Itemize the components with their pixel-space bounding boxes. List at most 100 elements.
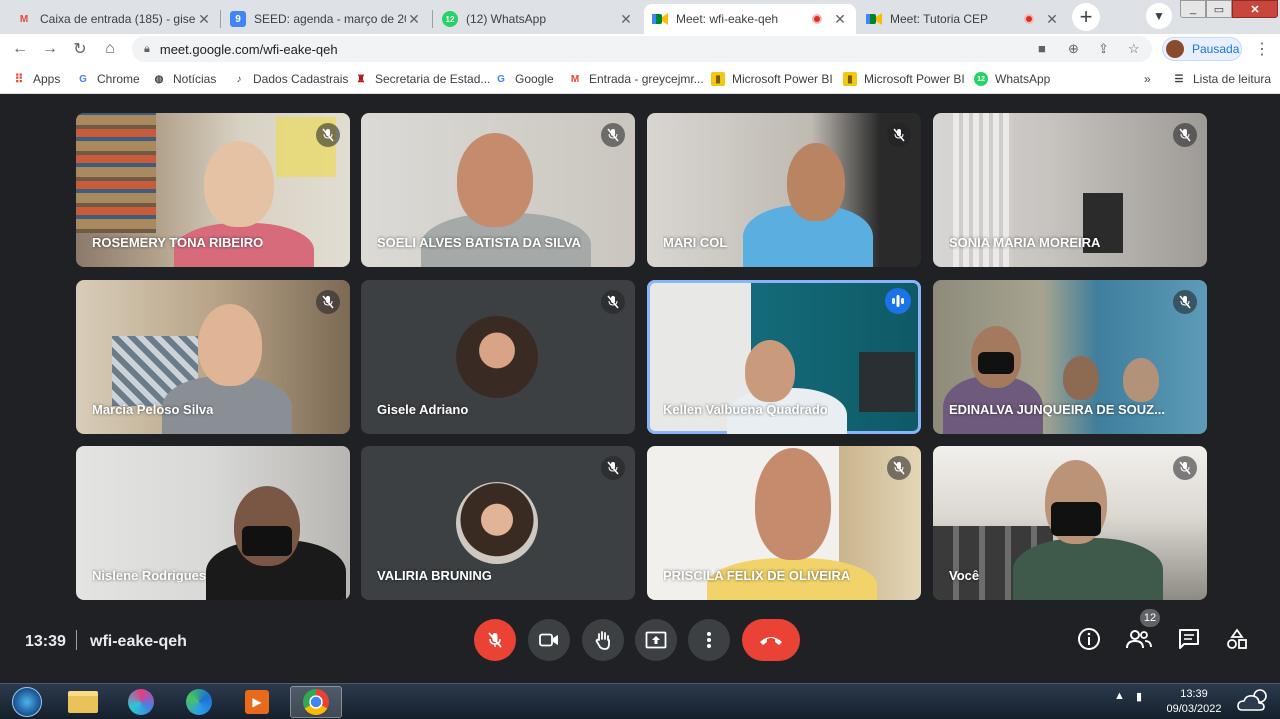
mic-off-icon — [887, 456, 911, 480]
participant-tile[interactable]: SONIA MARIA MOREIRA — [933, 113, 1207, 267]
reading-list-button[interactable]: ☰ Lista de leitura — [1172, 71, 1272, 87]
activities-button[interactable] — [1222, 624, 1252, 654]
profile-button[interactable]: Pausada — [1162, 37, 1242, 61]
bookmark-powerbi-1[interactable]: ▮ Microsoft Power BI — [711, 71, 833, 87]
tray-chevron-icon[interactable]: ▲ — [1114, 690, 1125, 702]
back-arrow-icon[interactable]: ← — [8, 37, 32, 61]
powerbi-icon: ▮ — [843, 72, 857, 86]
participant-tile[interactable]: SOELI ALVES BATISTA DA SILVA — [361, 113, 635, 267]
bookmark-label: Microsoft Power BI — [864, 72, 965, 86]
file-explorer-taskbar[interactable] — [58, 686, 108, 718]
bookmark-label: Entrada - greycejmr... — [589, 72, 704, 86]
meeting-details-button[interactable] — [1074, 624, 1104, 654]
bookmark-star-icon[interactable]: ☆ — [1128, 41, 1140, 57]
more-options-button[interactable] — [688, 619, 730, 661]
media-icon: ▶ — [245, 690, 269, 714]
share-icon[interactable]: ⇪ — [1098, 41, 1109, 57]
address-bar[interactable]: 🔒︎ meet.google.com/wfi-eake-qeh ■ ⊕ ⇪ ☆ — [132, 36, 1152, 62]
close-icon[interactable]: ✕ — [1044, 11, 1060, 28]
bookmark-google[interactable]: G Google — [494, 71, 554, 87]
camera-icon[interactable]: ■ — [1038, 41, 1046, 56]
participant-tile-active-speaker[interactable]: Kellen Valbuena Quadrado — [647, 280, 921, 434]
tab-strip: M Caixa de entrada (185) - gisele ✕ 9 SE… — [0, 0, 1280, 34]
system-clock[interactable]: 13:39 09/03/2022 — [1166, 687, 1222, 717]
mic-toggle-button[interactable] — [474, 619, 516, 661]
tab-meet-tutoria[interactable]: Meet: Tutoria CEP ✕ — [858, 4, 1068, 34]
system-date: 09/03/2022 — [1166, 703, 1222, 715]
bookmark-apps[interactable]: ⠿ Apps — [12, 71, 61, 87]
gmail-icon: M — [19, 13, 29, 25]
participant-tile[interactable]: VALIRIA BRUNING — [361, 446, 635, 600]
forward-arrow-icon[interactable]: → — [38, 37, 62, 61]
tray-device-icon[interactable]: ▮ — [1136, 690, 1142, 703]
present-screen-button[interactable] — [635, 619, 677, 661]
tab-gmail[interactable]: M Caixa de entrada (185) - gisele ✕ — [8, 4, 220, 34]
mic-off-icon — [601, 123, 625, 147]
participant-tile[interactable]: ROSEMERY TONA RIBEIRO — [76, 113, 350, 267]
toolbar: ← → ↻ ⌂ 🔒︎ meet.google.com/wfi-eake-qeh … — [0, 34, 1280, 64]
close-icon[interactable]: ✕ — [618, 11, 634, 28]
mic-off-icon — [488, 632, 502, 648]
raise-hand-button[interactable] — [582, 619, 624, 661]
close-icon[interactable]: ✕ — [196, 11, 212, 28]
bookmark-label: Google — [515, 72, 554, 86]
bookmark-secretaria[interactable]: ♜ Secretaria de Estad... — [354, 71, 491, 87]
reading-list-icon: ☰ — [1174, 73, 1184, 85]
bookmark-whatsapp[interactable]: 12 WhatsApp — [974, 71, 1050, 87]
window-close-button[interactable]: ✕ — [1232, 0, 1278, 18]
participant-tile[interactable]: Nislene Rodrigues — [76, 446, 350, 600]
zoom-icon[interactable]: ⊕ — [1068, 41, 1079, 57]
start-button[interactable] — [2, 686, 52, 718]
hand-icon — [595, 631, 610, 650]
mic-off-icon — [887, 123, 911, 147]
chrome-taskbar[interactable] — [290, 686, 342, 718]
participant-tile[interactable]: Marcia Peloso Silva — [76, 280, 350, 434]
weather-icon[interactable] — [1236, 686, 1272, 719]
app-taskbar[interactable] — [116, 686, 166, 718]
participant-tile[interactable]: Você — [933, 446, 1207, 600]
minimize-button[interactable]: _ — [1180, 0, 1206, 18]
tab-title: (12) WhatsApp — [466, 12, 547, 26]
bookmark-dados[interactable]: ♪ Dados Cadastrais — [232, 71, 349, 87]
participant-tile[interactable]: EDINALVA JUNQUEIRA DE SOUZ... — [933, 280, 1207, 434]
bookmark-chrome[interactable]: G Chrome — [76, 71, 140, 87]
bookmark-powerbi-2[interactable]: ▮ Microsoft Power BI — [843, 71, 965, 87]
participant-name: Marcia Peloso Silva — [92, 402, 214, 417]
tab-search-chevron-icon[interactable]: ▼ — [1146, 3, 1172, 29]
close-icon[interactable]: ✕ — [832, 11, 848, 28]
reload-icon[interactable]: ↻ — [68, 37, 92, 61]
tab-meet-active[interactable]: Meet: wfi-eake-qeh ✕ — [644, 4, 856, 34]
home-icon[interactable]: ⌂ — [98, 37, 122, 61]
end-call-button[interactable] — [742, 619, 800, 661]
gmail-icon: M — [570, 73, 580, 85]
bookmark-entrada[interactable]: M Entrada - greycejmr... — [568, 71, 704, 87]
camera-toggle-button[interactable] — [528, 619, 570, 661]
restore-button[interactable]: ▭ — [1206, 0, 1232, 18]
tab-title: SEED: agenda - março de 2022 — [254, 12, 406, 26]
participant-tile[interactable]: Gisele Adriano — [361, 280, 635, 434]
menu-kebab-icon[interactable]: ⋮ — [1250, 37, 1274, 61]
avatar — [1166, 40, 1184, 58]
close-icon[interactable]: ✕ — [406, 11, 422, 28]
participant-tile[interactable]: MARI COL — [647, 113, 921, 267]
participant-name: Nislene Rodrigues — [92, 568, 207, 583]
mic-off-icon — [1173, 290, 1197, 314]
people-button[interactable] — [1124, 624, 1154, 654]
participant-tile[interactable]: PRISCILA FELIX DE OLIVEIRA — [647, 446, 921, 600]
media-player-taskbar[interactable]: ▶ — [232, 686, 282, 718]
meet-stage: ROSEMERY TONA RIBEIRO SOELI ALVES BATIST… — [0, 95, 1280, 683]
edge-taskbar[interactable] — [174, 686, 224, 718]
chat-button[interactable] — [1174, 624, 1204, 654]
bookmark-label: Microsoft Power BI — [732, 72, 833, 86]
bookmark-noticias[interactable]: ◍ Notícias — [152, 71, 217, 87]
bookmark-label: Chrome — [97, 72, 140, 86]
new-tab-button[interactable]: + — [1072, 3, 1100, 31]
meet-icon — [866, 11, 882, 27]
globe-icon: ◍ — [154, 73, 164, 85]
tab-calendar[interactable]: 9 SEED: agenda - março de 2022 ✕ — [222, 4, 430, 34]
url-text[interactable]: meet.google.com/wfi-eake-qeh — [160, 42, 338, 57]
more-bookmarks-icon[interactable]: » — [1144, 71, 1151, 87]
present-icon — [645, 631, 667, 649]
tab-whatsapp[interactable]: 12 (12) WhatsApp ✕ — [434, 4, 642, 34]
bookmark-label: Notícias — [173, 72, 217, 86]
